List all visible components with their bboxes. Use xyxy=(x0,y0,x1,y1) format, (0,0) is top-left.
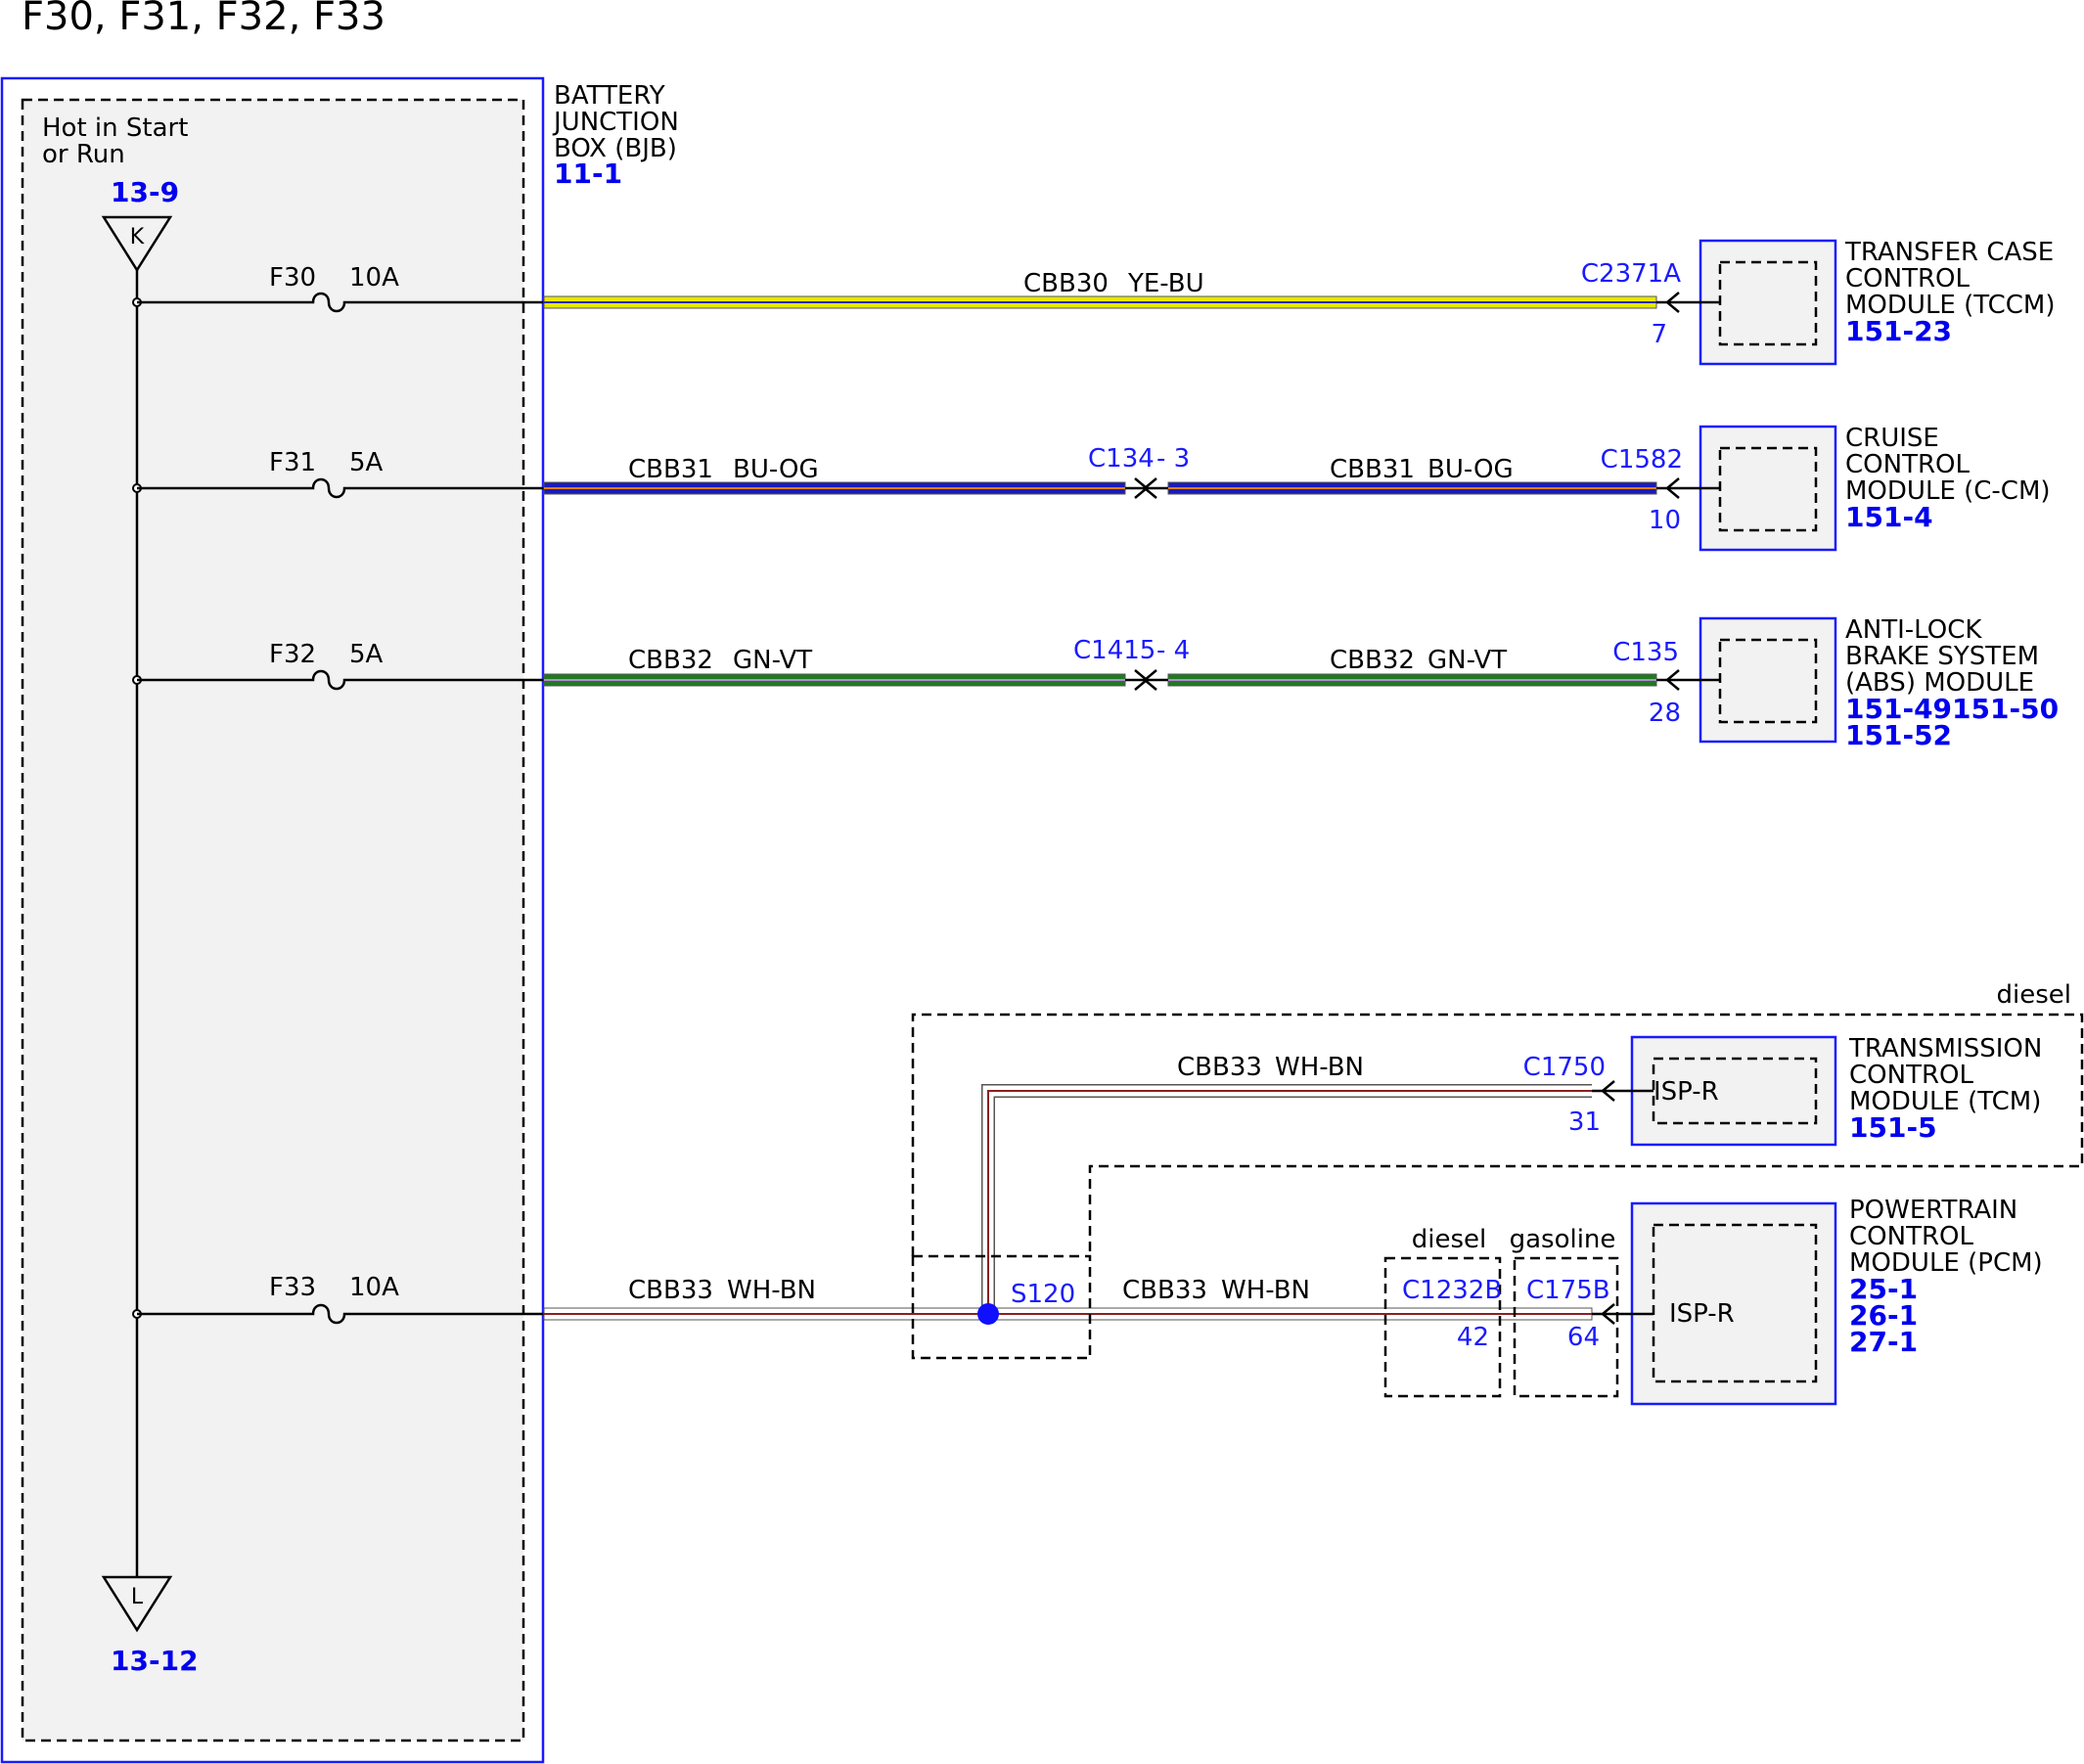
fuse-f31-rating: 5A xyxy=(349,448,384,477)
connector-c1750-pin: 31 xyxy=(1568,1108,1601,1137)
wiring-diagram: F30, F31, F32, F33 Hot in Start or Run B… xyxy=(0,0,2084,1764)
fuse-f33-rating: 10A xyxy=(349,1273,399,1302)
wire-cbb32-seg2-color: GN-VT xyxy=(1427,646,1507,675)
wire-cbb30-color: YE-BU xyxy=(1127,269,1204,298)
gasoline-option-label: gasoline xyxy=(1510,1225,1616,1254)
wire-cbb32-seg1-color: GN-VT xyxy=(733,646,812,675)
inline-connector-c1415-pin: - 4 xyxy=(1156,636,1190,665)
tcm-name-1: TRANSMISSION xyxy=(1848,1034,2042,1063)
fuse-f30-rating: 10A xyxy=(349,263,399,293)
connector-l-letter: L xyxy=(131,1585,144,1609)
bjb-power-label-2: or Run xyxy=(42,140,125,169)
bjb-name-1: BATTERY xyxy=(554,81,665,111)
bjb-bottom-ref: 13-12 xyxy=(111,1645,199,1677)
connector-c1750: C1750 xyxy=(1523,1053,1606,1082)
ccm-ref-1: 151-4 xyxy=(1845,501,1933,533)
connector-k-letter: K xyxy=(130,225,145,249)
wire-cbb33-main xyxy=(543,1307,989,1321)
bjb-top-ref: 13-9 xyxy=(111,176,179,208)
connector-c2371a: C2371A xyxy=(1581,259,1681,289)
fuse-f32-id: F32 xyxy=(269,640,316,669)
wire-cbb33-main-color: WH-BN xyxy=(727,1276,816,1305)
connector-c1232b: C1232B xyxy=(1402,1276,1502,1305)
wire-cbb31-seg1-color: BU-OG xyxy=(733,455,819,484)
bjb-name-2: JUNCTION xyxy=(552,108,679,137)
tccm-ref-1: 151-23 xyxy=(1845,315,1952,347)
wire-cbb33-main-circuit: CBB33 xyxy=(628,1276,713,1305)
pcm-ref-3: 27-1 xyxy=(1849,1326,1918,1358)
inline-connector-c134-pin: - 3 xyxy=(1156,444,1190,474)
diesel-region-label: diesel xyxy=(1997,980,2072,1010)
bjb-ref: 11-1 xyxy=(554,158,622,190)
wire-cbb32-seg1-circuit: CBB32 xyxy=(628,646,713,675)
wire-cbb33-tcm-circuit: CBB33 xyxy=(1177,1053,1262,1082)
fuse-f30-id: F30 xyxy=(269,263,316,293)
wire-cbb31-seg2-color: BU-OG xyxy=(1427,455,1514,484)
tcm-name-2: CONTROL xyxy=(1849,1061,1973,1090)
abs-name-2: BRAKE SYSTEM xyxy=(1845,642,2039,671)
wire-cbb31-seg2-circuit: CBB31 xyxy=(1330,455,1415,484)
tccm-name-2: CONTROL xyxy=(1845,264,1970,294)
wire-cbb32-seg1 xyxy=(543,673,1126,687)
wire-cbb30-circuit: CBB30 xyxy=(1023,269,1109,298)
ccm-name-2: CONTROL xyxy=(1845,450,1970,479)
tcm-internal-label: ISP-R xyxy=(1654,1077,1719,1107)
connector-c1232b-pin: 42 xyxy=(1457,1323,1489,1352)
splice-s120-icon xyxy=(977,1303,999,1325)
fuse-f31-id: F31 xyxy=(269,448,316,477)
fuse-f33-id: F33 xyxy=(269,1273,316,1302)
inline-connector-c1415: C1415 xyxy=(1073,636,1155,665)
pcm-name-1: POWERTRAIN xyxy=(1849,1196,2017,1225)
ccm-name-1: CRUISE xyxy=(1845,424,1939,453)
connector-c135: C135 xyxy=(1612,638,1679,667)
fuse-f32-rating: 5A xyxy=(349,640,384,669)
wire-cbb31-seg1-circuit: CBB31 xyxy=(628,455,713,484)
tcm-ref-1: 151-5 xyxy=(1849,1111,1937,1144)
pcm-name-2: CONTROL xyxy=(1849,1222,1973,1251)
abs-name-1: ANTI-LOCK xyxy=(1845,615,1982,645)
connector-c135-pin: 28 xyxy=(1649,699,1681,728)
bjb-power-label-1: Hot in Start xyxy=(42,113,188,143)
connector-c2371a-pin: 7 xyxy=(1651,320,1667,349)
bjb-inner-box xyxy=(21,98,525,1742)
wire-cbb32-seg2-circuit: CBB32 xyxy=(1330,646,1415,675)
tccm-name-1: TRANSFER CASE xyxy=(1844,238,2054,267)
inline-connector-c134: C134 xyxy=(1088,444,1155,474)
wire-cbb32-seg2 xyxy=(1167,673,1657,687)
diesel-option-label: diesel xyxy=(1412,1225,1487,1254)
splice-s120: S120 xyxy=(1011,1280,1075,1309)
wire-cbb33-pcm xyxy=(987,1307,1593,1321)
wire-cbb33-pcm-circuit: CBB33 xyxy=(1122,1276,1207,1305)
wire-cbb33-pcm-color: WH-BN xyxy=(1221,1276,1310,1305)
connector-c175b: C175B xyxy=(1526,1276,1610,1305)
connector-c175b-pin: 64 xyxy=(1567,1323,1600,1352)
connector-c1582-pin: 10 xyxy=(1649,506,1681,535)
wire-cbb33-tcm-color: WH-BN xyxy=(1275,1053,1364,1082)
diagram-title: F30, F31, F32, F33 xyxy=(22,0,385,39)
abs-ref-2: 151-52 xyxy=(1845,719,1952,751)
pcm-internal-label: ISP-R xyxy=(1669,1299,1735,1329)
connector-c1582: C1582 xyxy=(1601,445,1683,475)
